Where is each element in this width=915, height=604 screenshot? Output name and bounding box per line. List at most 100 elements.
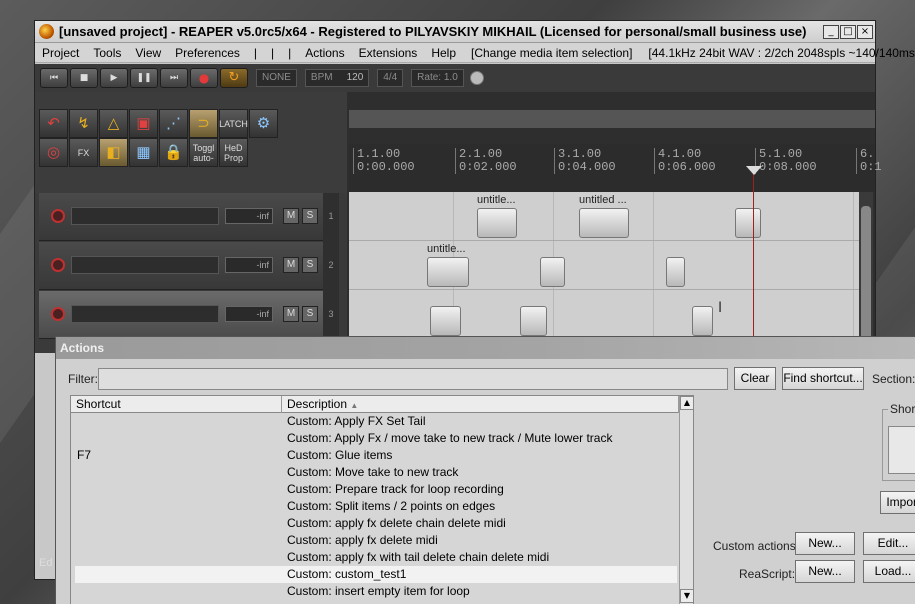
list-item[interactable]: Custom: Move take to new track — [75, 464, 677, 481]
play-cursor-marker-icon[interactable] — [746, 166, 762, 175]
list-item[interactable]: Custom: apply fx delete midi — [75, 532, 677, 549]
import-button[interactable]: Import. — [880, 491, 915, 514]
reaper-titlebar[interactable]: [unsaved project] - REAPER v5.0rc5/x64 -… — [35, 21, 875, 43]
reaper-app-icon[interactable] — [39, 24, 54, 39]
media-item[interactable] — [735, 208, 761, 238]
stop-button[interactable]: ■ — [70, 68, 98, 88]
toggle-auto-button[interactable]: Toggl auto- — [189, 138, 218, 167]
solo-button[interactable]: S — [302, 306, 318, 322]
time-signature-display[interactable]: 4/4 — [377, 69, 404, 87]
record-button[interactable]: ● — [190, 68, 218, 88]
track-number[interactable]: 3 — [323, 309, 339, 319]
media-item[interactable] — [427, 257, 469, 287]
timeline-ruler[interactable]: 1.1.00 0:00.000 2.1.00 0:02.000 3.1.00 0:04… — [349, 144, 882, 192]
scroll-down-icon[interactable]: ▼ — [680, 589, 694, 603]
play-button[interactable]: ▶ — [100, 68, 128, 88]
go-to-end-button[interactable]: ⏭ — [160, 68, 188, 88]
list-item[interactable]: Custom: apply fx delete chain delete mid… — [75, 515, 677, 532]
list-item[interactable]: Custom: Apply FX Set Tail — [75, 413, 677, 430]
record-mode-tool-button[interactable]: ◎ — [39, 138, 68, 167]
go-to-start-button[interactable]: ⏮ — [40, 68, 68, 88]
list-item[interactable]: Custom: Prepare track for loop recording — [75, 481, 677, 498]
media-item[interactable] — [477, 208, 517, 238]
media-item[interactable] — [540, 257, 565, 287]
media-item[interactable] — [579, 208, 629, 238]
latch-tool-button[interactable]: LATCH — [219, 109, 248, 138]
node-tool-button[interactable]: ⚙ — [249, 109, 278, 138]
metronome-tool-button[interactable]: △ — [99, 109, 128, 138]
track-name-field[interactable] — [71, 305, 219, 323]
track-3-header[interactable]: -inf M S — [39, 291, 325, 339]
grouping-tool-button[interactable]: ▣ — [129, 109, 158, 138]
track-number[interactable]: 2 — [323, 260, 339, 270]
sync-mode-display[interactable]: NONE — [256, 69, 297, 87]
reascript-new-button[interactable]: New... — [795, 560, 855, 583]
bpm-display[interactable]: BPM 120 — [304, 69, 370, 87]
volume-fader[interactable]: -inf — [225, 208, 273, 224]
solo-button[interactable]: S — [302, 208, 318, 224]
reascript-load-button[interactable]: Load... — [863, 560, 915, 583]
mute-button[interactable]: M — [283, 306, 299, 322]
shortcut-column-header[interactable]: Shortcut — [71, 396, 282, 413]
volume-fader[interactable]: -inf — [225, 306, 273, 322]
hed-prop-button[interactable]: HeD Prop — [219, 138, 248, 167]
menu-project[interactable]: Project — [35, 46, 86, 60]
media-item[interactable] — [692, 306, 713, 336]
find-shortcut-button[interactable]: Find shortcut... — [782, 367, 864, 390]
actions-title[interactable]: Actions — [56, 337, 915, 359]
track-1-header[interactable]: -inf M S — [39, 193, 325, 241]
list-item[interactable]: Custom: Split items / 2 points on edges — [75, 498, 677, 515]
region-marker-bar[interactable] — [349, 110, 875, 128]
media-item[interactable] — [430, 306, 461, 336]
scroll-up-icon[interactable]: ▲ — [680, 396, 694, 410]
track-lanes[interactable]: untitle... untitled ... untitle... — [349, 192, 859, 354]
actions-list[interactable]: Shortcut Description ▲ Custom: Apply FX … — [70, 395, 694, 604]
menu-extensions[interactable]: Extensions — [352, 46, 425, 60]
scrollbar-thumb[interactable] — [861, 206, 871, 346]
menu-help[interactable]: Help — [424, 46, 463, 60]
solo-button[interactable]: S — [302, 257, 318, 273]
filter-input[interactable] — [98, 368, 728, 390]
list-item[interactable]: F7 Custom: Glue items — [75, 447, 677, 464]
menu-status-text[interactable]: [Change media item selection] — [463, 46, 640, 60]
menu-view[interactable]: View — [128, 46, 168, 60]
clear-button[interactable]: Clear — [734, 367, 776, 390]
media-item[interactable] — [520, 306, 547, 336]
track-lane[interactable] — [349, 290, 859, 339]
mute-button[interactable]: M — [283, 257, 299, 273]
track-lane[interactable] — [349, 241, 859, 290]
list-vertical-scrollbar[interactable]: ▲ ▼ — [679, 396, 694, 604]
description-column-header[interactable]: Description ▲ — [282, 396, 679, 413]
audio-device-info[interactable]: [44.1kHz 24bit WAV : 2/2ch 2048spls ~140… — [640, 46, 915, 60]
media-item[interactable] — [666, 257, 685, 287]
list-item-selected[interactable]: Custom: custom_test1 — [75, 566, 677, 583]
custom-actions-new-button[interactable]: New... — [795, 532, 855, 555]
record-arm-button[interactable] — [51, 258, 65, 272]
menu-preferences[interactable]: Preferences — [168, 46, 247, 60]
list-item[interactable]: Custom: insert empty item for loop — [75, 583, 677, 600]
ripple-tool-button[interactable]: ↯ — [69, 109, 98, 138]
record-arm-button[interactable] — [51, 307, 65, 321]
track-number[interactable]: 1 — [323, 211, 339, 221]
mute-button[interactable]: M — [283, 208, 299, 224]
custom-actions-edit-button[interactable]: Edit... — [863, 532, 915, 555]
envelope-tool-button[interactable]: ⋰ — [159, 109, 188, 138]
menu-actions[interactable]: Actions — [298, 46, 351, 60]
snap-tool-button[interactable]: ◧ — [99, 138, 128, 167]
arrange-view[interactable]: 1.1.00 0:00.000 2.1.00 0:02.000 3.1.00 0:04… — [347, 92, 882, 354]
list-item[interactable]: Custom: apply fx with tail delete chain … — [75, 549, 677, 566]
playrate-display[interactable]: Rate: 1.0 — [411, 69, 464, 87]
track-name-field[interactable] — [71, 207, 219, 225]
shortcuts-list[interactable] — [888, 426, 915, 474]
volume-fader[interactable]: -inf — [225, 257, 273, 273]
track-name-field[interactable] — [71, 256, 219, 274]
loop-tool-button[interactable]: ⊃ — [189, 109, 218, 138]
lock-tool-button[interactable]: 🔒 — [159, 138, 188, 167]
record-arm-button[interactable] — [51, 209, 65, 223]
maximize-button[interactable]: □ — [840, 24, 856, 39]
grid-tool-button[interactable]: ▦ — [129, 138, 158, 167]
list-item[interactable]: Custom: Apply Fx / move take to new trac… — [75, 430, 677, 447]
playrate-knob[interactable] — [469, 71, 484, 85]
repeat-toggle-button[interactable]: ↻ — [220, 68, 248, 88]
track-2-header[interactable]: -inf M S — [39, 242, 325, 290]
